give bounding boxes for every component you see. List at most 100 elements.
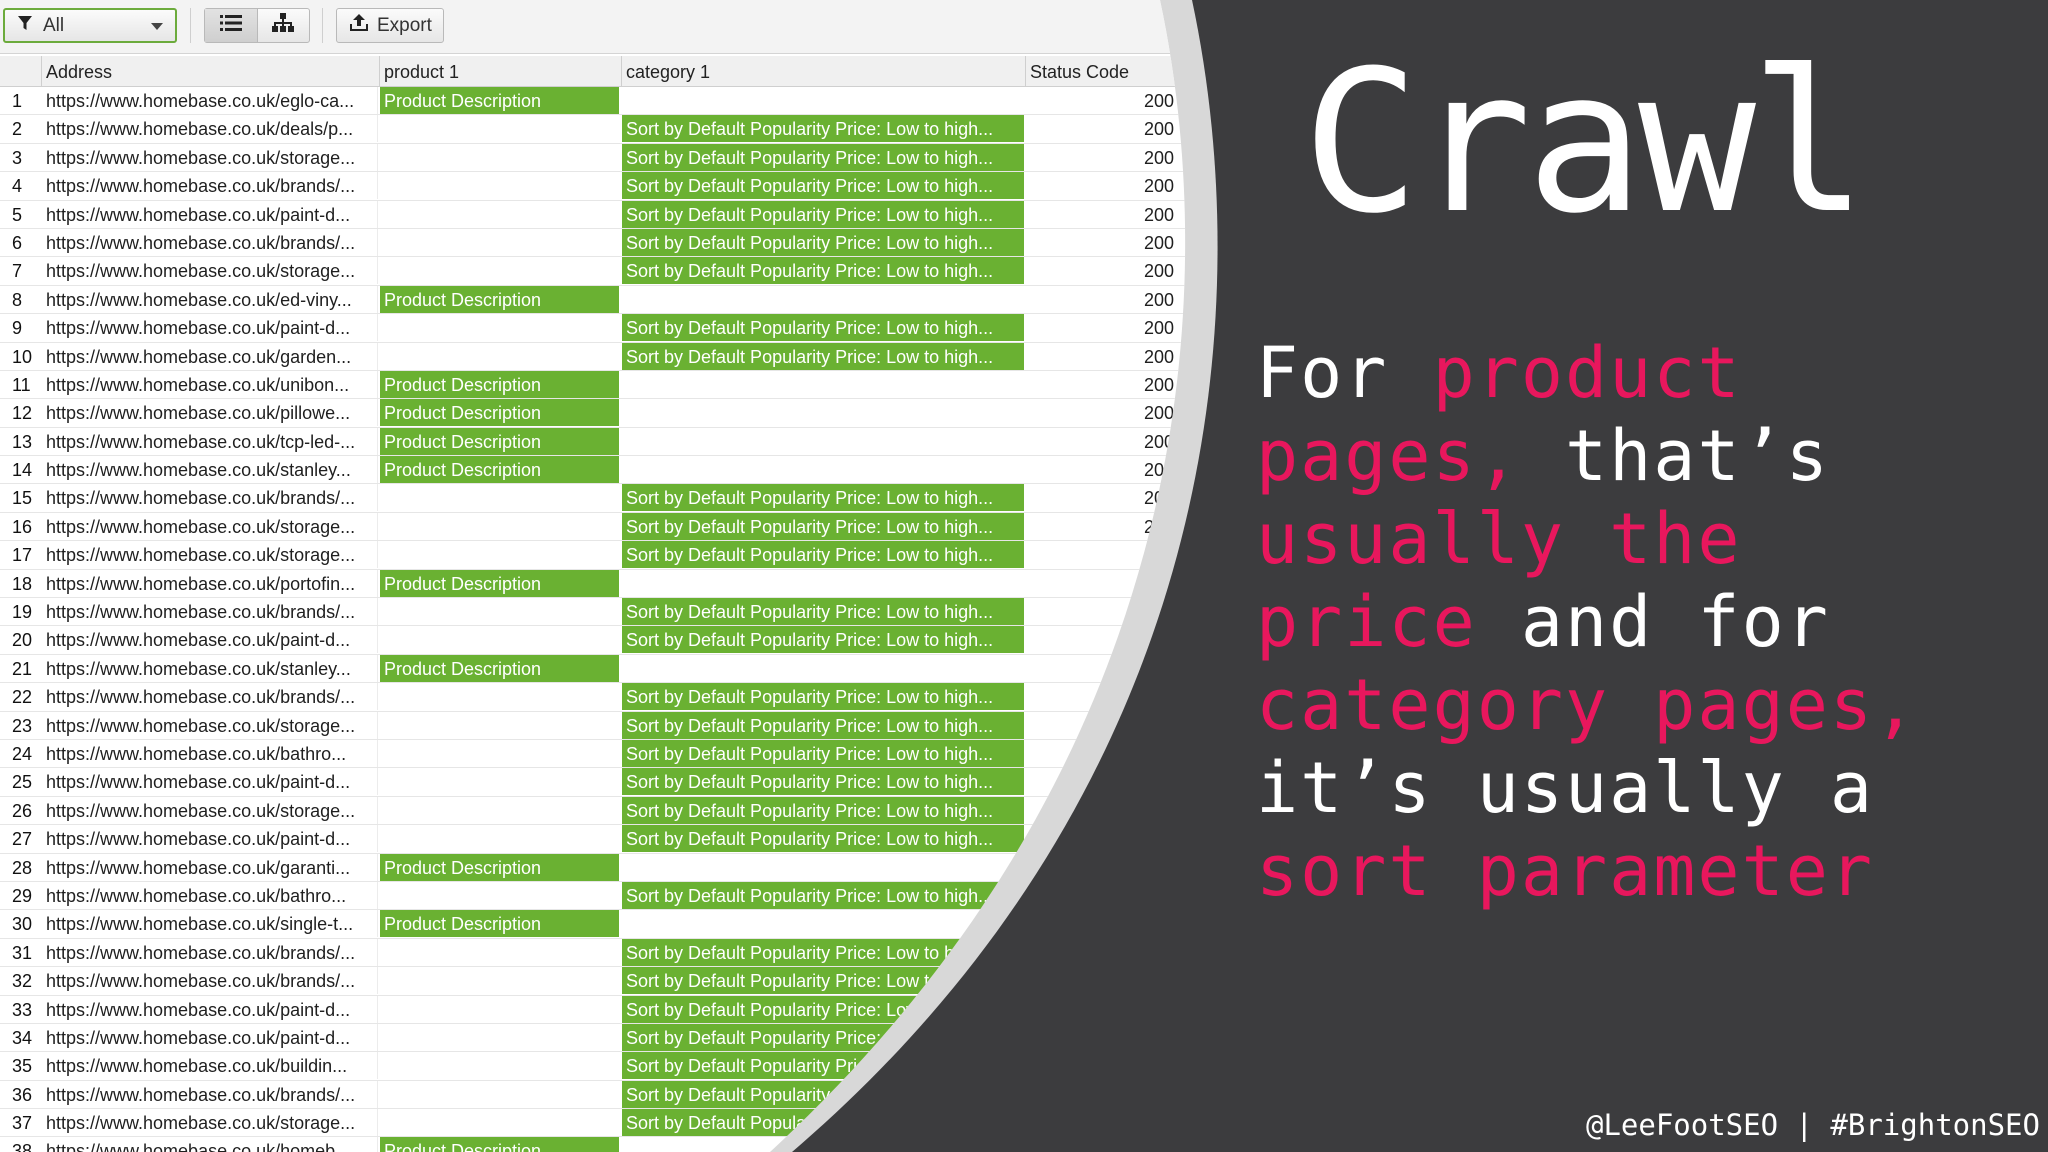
cell-address: https://www.homebase.co.uk/buildin... [42,1052,378,1079]
table-row[interactable]: 5 https://www.homebase.co.uk/paint-d... So… [0,201,1300,229]
cell-address: https://www.homebase.co.uk/paint-d... [42,1024,378,1051]
cell-product [380,626,619,653]
table-header: Address product 1 category 1 Status Code [0,56,1300,87]
row-number: 4 [12,176,23,197]
filter-dropdown[interactable]: All [3,8,177,43]
cell-address: https://www.homebase.co.uk/single-t... [42,910,378,937]
row-number: 18 [12,573,33,594]
slide-title: Crawl [1302,29,1868,257]
slide-body-line: pages, that’s [1256,415,2036,498]
cell-product [380,1024,619,1051]
table-row[interactable]: 7 https://www.homebase.co.uk/storage... So… [0,257,1300,285]
body-text: that’s [1520,415,1830,497]
table-row[interactable]: 9 https://www.homebase.co.uk/paint-d... So… [0,314,1300,342]
list-view-button[interactable] [205,9,258,42]
cell-address: https://www.homebase.co.uk/deals/p... [42,115,378,142]
table-row[interactable]: 13 https://www.homebase.co.uk/tcp-led-...… [0,428,1300,456]
cell-address: https://www.homebase.co.uk/brands/... [42,172,378,199]
highlighted-text: pages, [1256,415,1521,497]
cell-address: https://www.homebase.co.uk/stanley... [42,655,378,682]
table-row[interactable]: 12 https://www.homebase.co.uk/pillowe... P… [0,399,1300,427]
export-label: Export [377,14,432,36]
cell-product [380,484,619,511]
table-row[interactable]: 19 https://www.homebase.co.uk/brands/... S… [0,598,1300,626]
cell-product: Product Description [380,456,619,483]
table-row[interactable]: 4 https://www.homebase.co.uk/brands/... So… [0,172,1300,200]
row-number: 16 [12,516,33,537]
cell-category: Sort by Default Popularity Price: Low to… [622,768,1024,795]
table-row[interactable]: 11 https://www.homebase.co.uk/unibon... Pr… [0,371,1300,399]
table-row[interactable]: 15 https://www.homebase.co.uk/brands/... S… [0,484,1300,512]
export-icon [349,14,369,38]
cell-product [380,144,619,171]
cell-product [380,1052,619,1079]
cell-status-code: 200 [1143,289,1174,310]
table-row[interactable]: 8 https://www.homebase.co.uk/ed-viny... Pr… [0,286,1300,314]
cell-product [380,541,619,568]
row-number: 3 [12,147,23,168]
view-toggle-group [204,8,310,43]
cell-address: https://www.homebase.co.uk/brands/... [42,1081,378,1108]
row-number: 19 [12,602,33,623]
table-row[interactable]: 17 https://www.homebase.co.uk/storage... S… [0,541,1300,569]
list-view-icon [220,14,242,38]
column-header-product[interactable]: product 1 [380,56,622,86]
row-number: 12 [12,403,33,424]
cell-category [622,456,1024,483]
cell-product [380,513,619,540]
table-row[interactable]: 16 https://www.homebase.co.uk/storage... S… [0,513,1300,541]
highlighted-text: usually the [1256,498,1742,580]
cell-product [380,797,619,824]
table-row[interactable]: 2 https://www.homebase.co.uk/deals/p... So… [0,115,1300,143]
cell-product: Product Description [380,87,619,114]
cell-product [380,229,619,256]
tree-view-button[interactable] [258,9,310,42]
cell-category [622,570,1024,597]
cell-address: https://www.homebase.co.uk/pillowe... [42,399,378,426]
table-row[interactable]: 10 https://www.homebase.co.uk/garden... So… [0,343,1300,371]
column-header-status-code[interactable]: Status Code [1026,56,1186,86]
table-row[interactable]: 6 https://www.homebase.co.uk/brands/... So… [0,229,1300,257]
table-row[interactable]: 18 https://www.homebase.co.uk/portofin...… [0,570,1300,598]
row-number: 36 [12,1084,33,1105]
cell-category: Sort by Default Popularity Price: Low to… [622,712,1024,739]
cell-product [380,115,619,142]
cell-address: https://www.homebase.co.uk/garden... [42,343,378,370]
table-row[interactable]: 1 https://www.homebase.co.uk/eglo-ca... Pr… [0,87,1300,115]
highlighted-text: product [1432,332,1742,414]
table-row[interactable]: 3 https://www.homebase.co.uk/storage... So… [0,144,1300,172]
cell-product [380,598,619,625]
row-number: 1 [12,91,23,111]
export-button[interactable]: Export [336,8,444,43]
row-number: 17 [12,545,33,566]
table-row[interactable]: 20 https://www.homebase.co.uk/paint-d... S… [0,626,1300,654]
cell-status-code: 200 [1143,318,1174,339]
cell-address: https://www.homebase.co.uk/bathro... [42,740,378,767]
row-number: 20 [12,630,33,651]
row-number: 14 [12,460,33,481]
row-number: 24 [12,743,33,764]
column-header-address[interactable]: Address [42,56,380,86]
cell-category [622,428,1024,455]
cell-product: Product Description [380,286,619,313]
cell-category: Sort by Default Popularity Price: Low to… [622,797,1024,824]
cell-product [380,314,619,341]
cell-product [380,996,619,1023]
cell-category [622,371,1024,398]
cell-address: https://www.homebase.co.uk/portofin... [42,570,378,597]
cell-address: https://www.homebase.co.uk/homeb... [42,1137,378,1152]
cell-product [380,1081,619,1108]
slide-body-line: For product [1256,332,2036,415]
row-number: 13 [12,431,33,452]
cell-address: https://www.homebase.co.uk/garanti... [42,854,378,881]
cell-address: https://www.homebase.co.uk/stanley... [42,456,378,483]
slide-footer: @LeeFootSEO | #BrightonSEO [1586,1108,2040,1142]
cell-category: Sort by Default Popularity Price: Low to… [622,343,1024,370]
column-header-category[interactable]: category 1 [622,56,1026,86]
cell-status-code: 200 [1143,232,1174,253]
cell-category [622,854,1024,881]
cell-address: https://www.homebase.co.uk/paint-d... [42,314,378,341]
table-row[interactable]: 14 https://www.homebase.co.uk/stanley... P… [0,456,1300,484]
cell-status-code: 200 [1143,119,1174,140]
chevron-down-icon [151,23,163,30]
